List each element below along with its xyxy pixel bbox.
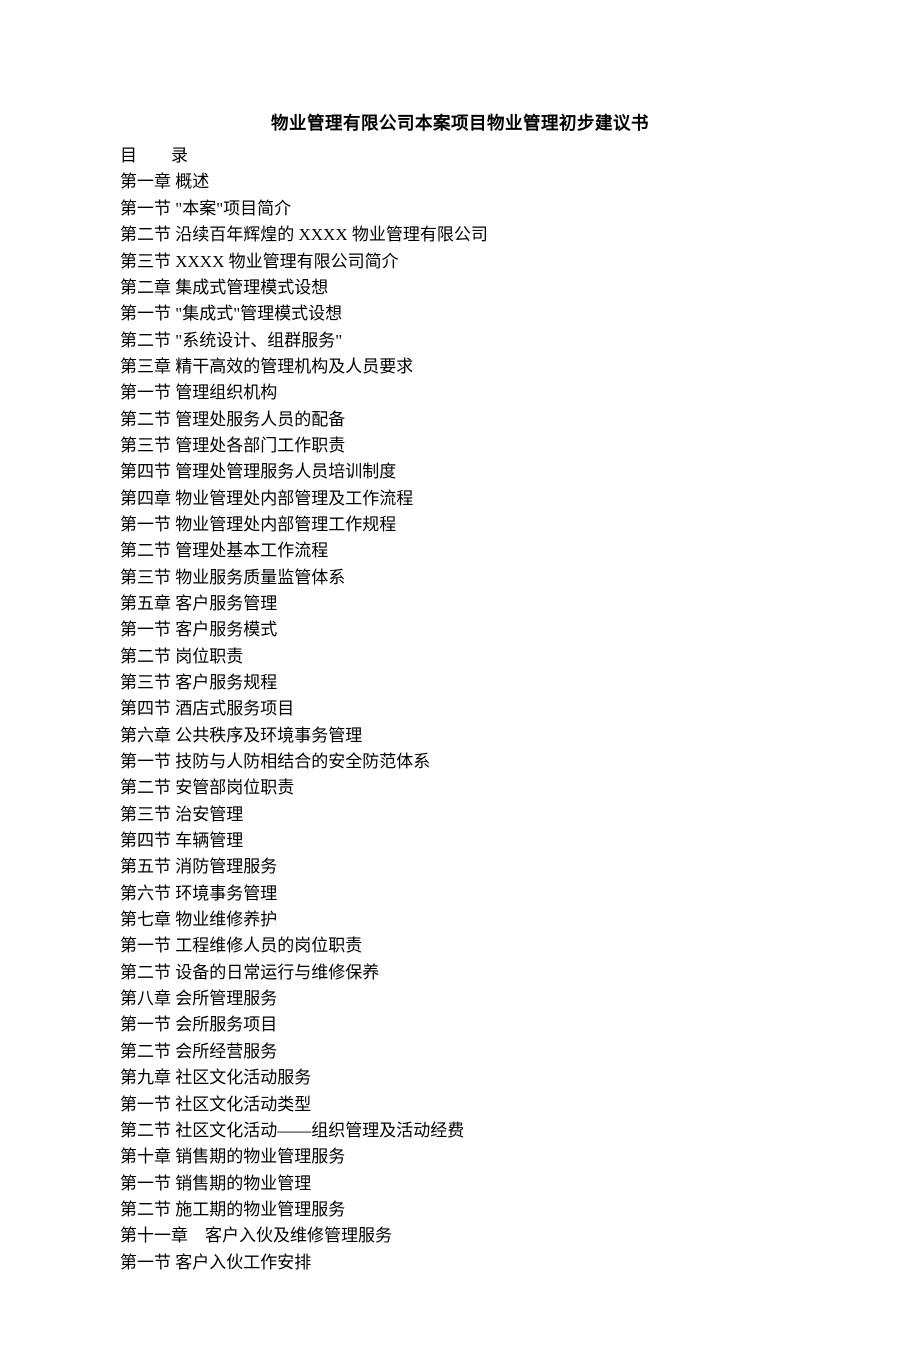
toc-line: 第二章 集成式管理模式设想 [120, 275, 800, 301]
toc-line: 第二节 施工期的物业管理服务 [120, 1197, 800, 1223]
toc-line: 第二节 设备的日常运行与维修保养 [120, 960, 800, 986]
toc-line: 第九章 社区文化活动服务 [120, 1065, 800, 1091]
toc-line: 第四章 物业管理处内部管理及工作流程 [120, 486, 800, 512]
toc-line: 第十章 销售期的物业管理服务 [120, 1144, 800, 1170]
toc-line: 第一节 客户入伙工作安排 [120, 1250, 800, 1276]
toc-line: 第一节 管理组织机构 [120, 380, 800, 406]
toc-line: 第三节 客户服务规程 [120, 670, 800, 696]
toc-line: 第二节 管理处服务人员的配备 [120, 407, 800, 433]
toc-line: 第六章 公共秩序及环境事务管理 [120, 723, 800, 749]
toc-line: 第一节 物业管理处内部管理工作规程 [120, 512, 800, 538]
toc-line: 第二节 沿续百年辉煌的 XXXX 物业管理有限公司 [120, 222, 800, 248]
toc-line: 第二节 社区文化活动——组织管理及活动经费 [120, 1118, 800, 1144]
toc-line: 第二节 安管部岗位职责 [120, 775, 800, 801]
toc-line: 第一节 客户服务模式 [120, 617, 800, 643]
toc-line: 第六节 环境事务管理 [120, 881, 800, 907]
toc-label: 目 录 [120, 143, 800, 169]
toc-line: 第二节 岗位职责 [120, 644, 800, 670]
toc-container: 第一章 概述第一节 "本案"项目简介第二节 沿续百年辉煌的 XXXX 物业管理有… [120, 169, 800, 1275]
toc-line: 第八章 会所管理服务 [120, 986, 800, 1012]
toc-line: 第二节 "系统设计、组群服务" [120, 328, 800, 354]
toc-line: 第二节 管理处基本工作流程 [120, 538, 800, 564]
toc-line: 第一节 销售期的物业管理 [120, 1171, 800, 1197]
toc-line: 第三节 XXXX 物业管理有限公司简介 [120, 249, 800, 275]
toc-line: 第一节 技防与人防相结合的安全防范体系 [120, 749, 800, 775]
toc-line: 第一节 社区文化活动类型 [120, 1092, 800, 1118]
toc-line: 第三节 物业服务质量监管体系 [120, 565, 800, 591]
toc-line: 第一节 "本案"项目简介 [120, 196, 800, 222]
toc-line: 第一节 "集成式"管理模式设想 [120, 301, 800, 327]
toc-line: 第三节 管理处各部门工作职责 [120, 433, 800, 459]
toc-line: 第三章 精干高效的管理机构及人员要求 [120, 354, 800, 380]
toc-line: 第四节 酒店式服务项目 [120, 696, 800, 722]
toc-line: 第十一章 客户入伙及维修管理服务 [120, 1223, 800, 1249]
toc-line: 第五章 客户服务管理 [120, 591, 800, 617]
toc-line: 第四节 管理处管理服务人员培训制度 [120, 459, 800, 485]
toc-line: 第一节 工程维修人员的岗位职责 [120, 933, 800, 959]
document-page: 物业管理有限公司本案项目物业管理初步建议书 目 录 第一章 概述第一节 "本案"… [0, 0, 920, 1356]
document-title: 物业管理有限公司本案项目物业管理初步建议书 [120, 110, 800, 137]
toc-line: 第一节 会所服务项目 [120, 1012, 800, 1038]
toc-line: 第一章 概述 [120, 169, 800, 195]
toc-line: 第四节 车辆管理 [120, 828, 800, 854]
toc-line: 第五节 消防管理服务 [120, 854, 800, 880]
toc-line: 第三节 治安管理 [120, 802, 800, 828]
toc-line: 第二节 会所经营服务 [120, 1039, 800, 1065]
toc-line: 第七章 物业维修养护 [120, 907, 800, 933]
